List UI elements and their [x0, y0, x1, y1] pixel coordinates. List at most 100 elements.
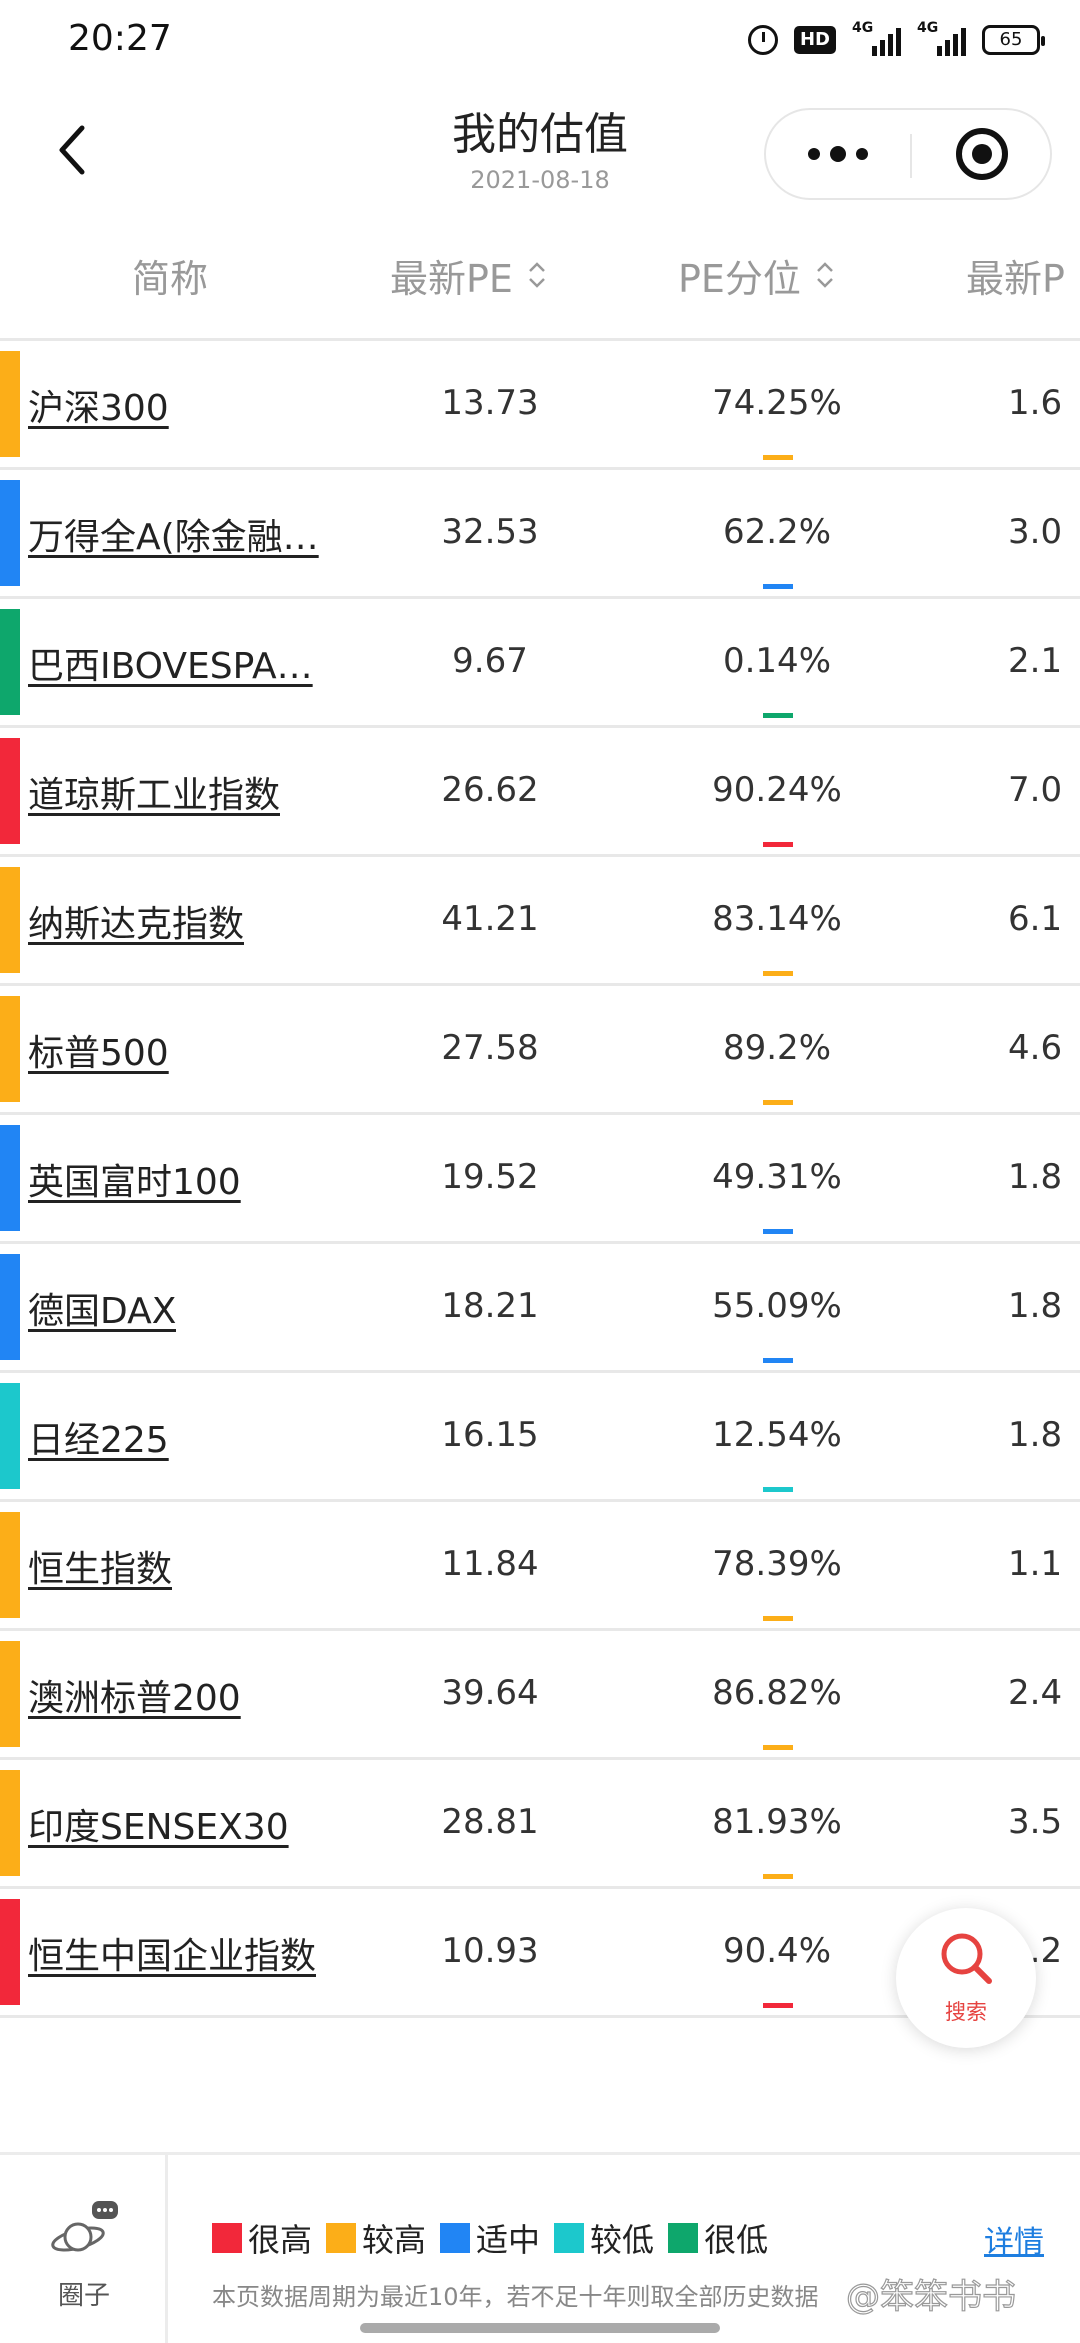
pe-percentile-value: 86.82%	[712, 1673, 842, 1713]
nav-bar: 我的估值 2021-08-18	[0, 90, 1080, 220]
level-indicator-line	[763, 1874, 793, 1879]
level-color-bar	[0, 1899, 20, 2005]
pe-percentile-value: 55.09%	[712, 1286, 842, 1326]
index-name-link[interactable]: 道琼斯工业指数	[28, 766, 280, 818]
column-header-pb[interactable]: 最新P	[966, 240, 1065, 310]
level-color-bar	[0, 609, 20, 715]
home-indicator[interactable]	[360, 2323, 720, 2333]
pe-percentile-value: 49.31%	[712, 1157, 842, 1197]
index-name-link[interactable]: 纳斯达克指数	[28, 895, 244, 947]
latest-pe-value: 16.15	[441, 1415, 539, 1455]
level-color-bar	[0, 996, 20, 1102]
latest-pe-value: 32.53	[441, 512, 539, 552]
table-row[interactable]: 澳洲标普200 39.64 86.82% 2.4	[0, 1631, 1080, 1760]
level-indicator-line	[763, 971, 793, 976]
latest-pb-value: 3.5	[1008, 1802, 1063, 1842]
table-row[interactable]: 道琼斯工业指数 26.62 90.24% 7.0	[0, 728, 1080, 857]
table-row[interactable]: 沪深300 13.73 74.25% 1.6	[0, 341, 1080, 470]
index-name-link[interactable]: 巴西IBOVESPA…	[28, 637, 313, 689]
latest-pe-value: 19.52	[441, 1157, 539, 1197]
level-color-bar	[0, 1125, 20, 1231]
sort-icon	[815, 261, 835, 289]
level-color-bar	[0, 867, 20, 973]
pe-percentile-value: 90.24%	[712, 770, 842, 810]
table-row[interactable]: 印度SENSEX30 28.81 81.93% 3.5	[0, 1760, 1080, 1889]
level-indicator-line	[763, 1358, 793, 1363]
table-row[interactable]: 万得全A(除金融… 32.53 62.2% 3.0	[0, 470, 1080, 599]
table-row[interactable]: 德国DAX 18.21 55.09% 1.8	[0, 1244, 1080, 1373]
latest-pb-value: 2.4	[1008, 1673, 1063, 1713]
latest-pe-value: 18.21	[441, 1286, 539, 1326]
latest-pe-value: 13.73	[441, 383, 539, 423]
column-header-pe[interactable]: 最新PE	[390, 240, 547, 310]
network-type: 4G	[917, 20, 939, 36]
level-indicator-line	[763, 1745, 793, 1750]
index-name-link[interactable]: 恒生中国企业指数	[28, 1927, 316, 1979]
table-row[interactable]: 英国富时100 19.52 49.31% 1.8	[0, 1115, 1080, 1244]
level-legend: 很高 较高 适中 较低 很低	[212, 2215, 782, 2261]
table-row[interactable]: 巴西IBOVESPA… 9.67 0.14% 2.1	[0, 599, 1080, 728]
close-mini-program-button[interactable]	[912, 110, 1052, 198]
hd-badge: HD	[793, 26, 836, 54]
circle-tab-label: 圈子	[57, 2281, 110, 2311]
detail-link[interactable]: 详情	[984, 2217, 1044, 2261]
level-indicator-line	[763, 1100, 793, 1105]
level-color-bar	[0, 1254, 20, 1360]
latest-pb-value: 2.1	[1008, 641, 1063, 681]
footer-bar: 圈子 很高 较高 适中 较低 很低 详情 本页数据周期为最近10年，若不足十年则取全部历…	[0, 2152, 1080, 2343]
level-indicator-line	[763, 1616, 793, 1621]
data-period-note: 本页数据周期为最近10年，若不足十年则取全部历史数据	[212, 2283, 819, 2311]
level-color-bar	[0, 1770, 20, 1876]
table-row[interactable]: 纳斯达克指数 41.21 83.14% 6.1	[0, 857, 1080, 986]
level-color-bar	[0, 480, 20, 586]
legend-label: 较高	[362, 2221, 427, 2259]
legend-swatch	[668, 2223, 699, 2253]
latest-pe-value: 27.58	[441, 1028, 539, 1068]
search-button[interactable]: 搜索	[896, 1908, 1036, 2048]
index-name-link[interactable]: 印度SENSEX30	[28, 1798, 289, 1850]
latest-pb-value: 4.6	[1008, 1028, 1063, 1068]
table-row[interactable]: 标普500 27.58 89.2% 4.6	[0, 986, 1080, 1115]
level-color-bar	[0, 1383, 20, 1489]
signal-icon: 4G	[852, 20, 901, 56]
legend-label: 很高	[248, 2221, 313, 2259]
legend-item: 很高	[212, 2215, 312, 2261]
latest-pe-value: 28.81	[441, 1802, 539, 1842]
column-header-pe-label: 最新PE	[390, 256, 513, 301]
table-row[interactable]: 恒生指数 11.84 78.39% 1.1	[0, 1502, 1080, 1631]
level-indicator-line	[763, 842, 793, 847]
index-name-link[interactable]: 恒生指数	[28, 1540, 172, 1592]
pe-percentile-value: 89.2%	[722, 1028, 831, 1068]
index-name-link[interactable]: 日经225	[28, 1411, 169, 1463]
latest-pb-value: 1.8	[1008, 1286, 1063, 1326]
legend-label: 很低	[704, 2221, 769, 2259]
status-time: 20:27	[68, 18, 172, 59]
circle-tab[interactable]: 圈子	[0, 2155, 168, 2343]
legend-label: 适中	[476, 2221, 541, 2259]
index-name-link[interactable]: 万得全A(除金融…	[28, 508, 319, 560]
latest-pe-value: 10.93	[441, 1931, 539, 1971]
latest-pb-value: 7.0	[1008, 770, 1063, 810]
column-header-pe-percentile[interactable]: PE分位	[678, 240, 835, 310]
index-name-link[interactable]: 德国DAX	[28, 1282, 176, 1334]
index-name-link[interactable]: 澳洲标普200	[28, 1669, 241, 1721]
level-indicator-line	[763, 2003, 793, 2008]
index-name-link[interactable]: 沪深300	[28, 379, 169, 431]
index-name-link[interactable]: 标普500	[28, 1024, 169, 1076]
battery-icon: 65	[982, 25, 1045, 55]
latest-pb-value: 1.1	[1008, 1544, 1063, 1584]
pe-percentile-value: 74.25%	[712, 383, 842, 423]
pe-percentile-value: 12.54%	[712, 1415, 842, 1455]
latest-pb-value: 6.1	[1008, 899, 1063, 939]
table-row[interactable]: 日经225 16.15 12.54% 1.8	[0, 1373, 1080, 1502]
legend-swatch	[212, 2223, 242, 2253]
legend-label: 较低	[590, 2221, 655, 2259]
latest-pb-value: 1.8	[1008, 1157, 1063, 1197]
level-indicator-line	[763, 1229, 793, 1234]
latest-pe-value: 39.64	[441, 1673, 539, 1713]
more-options-button[interactable]	[766, 110, 910, 198]
status-icons: HD 4G 4G 65	[747, 20, 1045, 60]
index-name-link[interactable]: 英国富时100	[28, 1153, 241, 1205]
level-color-bar	[0, 738, 20, 844]
level-indicator-line	[763, 713, 793, 718]
